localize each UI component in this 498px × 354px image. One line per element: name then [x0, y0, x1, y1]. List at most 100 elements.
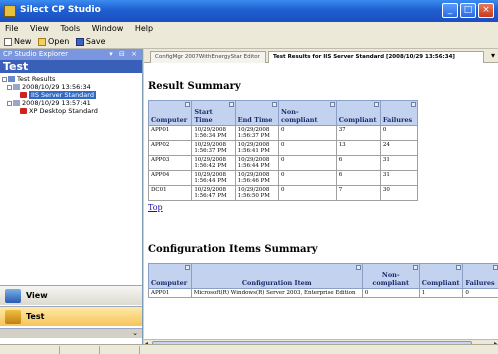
explorer-header-label: CP Studio Explorer [3, 50, 68, 58]
results-tree: Test Results 2008/10/29 13:56:34 IIS Ser… [0, 73, 142, 115]
table-row: APP01 10/29/2008 1:56:34 PM 10/29/2008 1… [147, 125, 419, 141]
nav-test-button[interactable]: Test [0, 306, 142, 326]
menu-bar: File View Tools Window Help [0, 22, 498, 35]
status-bar [0, 344, 498, 354]
sort-icon [373, 102, 379, 107]
menu-file[interactable]: File [5, 22, 18, 35]
cell-end-time: 10/29/2008 1:56:44 PM [234, 155, 279, 171]
status-segment [0, 346, 60, 354]
cell-failures: 31 [379, 170, 419, 186]
menu-window[interactable]: Window [92, 22, 124, 35]
tab-configmgr-editor[interactable]: ConfigMgr 2007WithEnergyStar Editor [150, 51, 266, 63]
cell-non-compliant: 0 [361, 288, 420, 298]
result-summary-title: Result Summary [148, 81, 241, 92]
result-summary-table: Computer Start Time End Time Non-complia… [147, 100, 419, 201]
cell-compliant: 1 [418, 288, 464, 298]
app-icon [4, 5, 16, 17]
nav-view-button[interactable]: View [0, 285, 142, 305]
cell-end-time: 10/29/2008 1:56:37 PM [234, 125, 279, 141]
tree-label-selected: IIS Server Standard [29, 91, 96, 99]
cell-failures: 24 [379, 140, 419, 156]
column-header[interactable]: Computer [147, 100, 193, 126]
table-row: APP02 10/29/2008 1:56:37 PM 10/29/2008 1… [147, 140, 419, 156]
menu-view[interactable]: View [30, 22, 49, 35]
test-run-icon [13, 100, 20, 106]
minimize-button[interactable]: _ [442, 3, 458, 18]
cell-compliant: 6 [335, 155, 381, 171]
status-segment [100, 346, 140, 354]
save-label: Save [85, 37, 106, 46]
title-bar: Silect CP Studio _ □ × [0, 0, 498, 22]
tree-node-run2[interactable]: 2008/10/29 13:57:41 [2, 99, 142, 107]
cell-failures: 0 [379, 125, 419, 141]
nav-footer: ⌄ [0, 328, 142, 338]
tab-test-results[interactable]: Test Results for IIS Server Standard [20… [268, 51, 484, 63]
close-button[interactable]: × [478, 3, 494, 18]
table-row: APP04 10/29/2008 1:56:44 PM 10/29/2008 1… [147, 170, 419, 186]
table-row: DC01 10/29/2008 1:56:47 PM 10/29/2008 1:… [147, 185, 419, 201]
cell-end-time: 10/29/2008 1:56:50 PM [234, 185, 279, 201]
tree-node-iis-server-standard[interactable]: IIS Server Standard [2, 91, 142, 99]
table-row: APP01 Microsoft(R) Windows(R) Server 200… [148, 288, 498, 298]
cell-compliant: 6 [335, 170, 381, 186]
open-folder-icon [38, 37, 46, 46]
column-header[interactable]: Configuration Item [190, 263, 363, 289]
column-header[interactable]: Failures [379, 100, 419, 126]
tab-menu-icon[interactable]: ▾ [491, 51, 495, 60]
menu-help[interactable]: Help [135, 22, 153, 35]
tree-node-xp-desktop-standard[interactable]: XP Desktop Standard [2, 107, 142, 115]
view-icon [5, 289, 21, 303]
test-icon [5, 310, 21, 324]
column-header[interactable]: Computer [148, 263, 192, 289]
cell-non-compliant: 0 [277, 125, 337, 141]
save-button[interactable]: Save [75, 35, 106, 48]
column-header[interactable]: Failures [462, 263, 498, 289]
cell-compliant: 7 [335, 185, 381, 201]
open-button[interactable]: Open [38, 35, 69, 48]
error-icon [20, 92, 27, 98]
status-segment [60, 346, 100, 354]
cell-end-time: 10/29/2008 1:56:46 PM [234, 170, 279, 186]
tree-node-run1[interactable]: 2008/10/29 13:56:34 [2, 83, 142, 91]
menu-tools[interactable]: Tools [60, 22, 80, 35]
sort-icon [329, 102, 335, 107]
nav-view-label: View [26, 291, 48, 300]
nav-test-label: Test [26, 312, 45, 321]
collapse-toggle[interactable] [2, 76, 7, 82]
column-header[interactable]: Non-compliant [277, 100, 337, 126]
explorer-header: CP Studio Explorer ▾ ⊟ × [0, 49, 142, 60]
cell-configuration-item: Microsoft(R) Windows(R) Server 2003, Ent… [190, 288, 363, 298]
cell-start-time: 10/29/2008 1:56:44 PM [191, 170, 236, 186]
window-title: Silect CP Studio [20, 5, 101, 15]
collapse-toggle[interactable] [7, 84, 12, 90]
top-link[interactable]: Top [148, 203, 163, 212]
chevron-down-icon[interactable]: ⌄ [132, 329, 138, 337]
sort-icon [184, 265, 190, 270]
collapse-toggle[interactable] [7, 100, 12, 106]
cell-end-time: 10/29/2008 1:56:41 PM [234, 140, 279, 156]
open-label: Open [48, 37, 70, 46]
sort-icon [493, 265, 498, 270]
cell-start-time: 10/29/2008 1:56:42 PM [191, 155, 236, 171]
cell-non-compliant: 0 [277, 170, 337, 186]
cell-start-time: 10/29/2008 1:56:34 PM [191, 125, 236, 141]
test-run-icon [13, 84, 20, 90]
tree-node-test-results[interactable]: Test Results [2, 75, 142, 83]
tree-label: 2008/10/29 13:57:41 [22, 99, 91, 107]
cell-failures: 30 [379, 185, 419, 201]
tree-label: Test Results [17, 75, 56, 83]
cell-computer: APP01 [148, 288, 192, 298]
column-header[interactable]: Compliant [418, 263, 464, 289]
cell-computer: APP03 [147, 155, 193, 171]
new-label: New [14, 37, 32, 46]
column-header[interactable]: End Time [234, 100, 279, 126]
column-header[interactable]: Non-compliant [361, 263, 420, 289]
maximize-button[interactable]: □ [460, 3, 476, 18]
cell-non-compliant: 0 [277, 140, 337, 156]
sort-icon [411, 102, 416, 107]
new-button[interactable]: New [4, 35, 31, 48]
column-header[interactable]: Start Time [191, 100, 236, 126]
pane-controls[interactable]: ▾ ⊟ × [109, 49, 139, 60]
column-header[interactable]: Compliant [335, 100, 381, 126]
document-pane: ConfigMgr 2007WithEnergyStar Editor Test… [144, 49, 498, 354]
